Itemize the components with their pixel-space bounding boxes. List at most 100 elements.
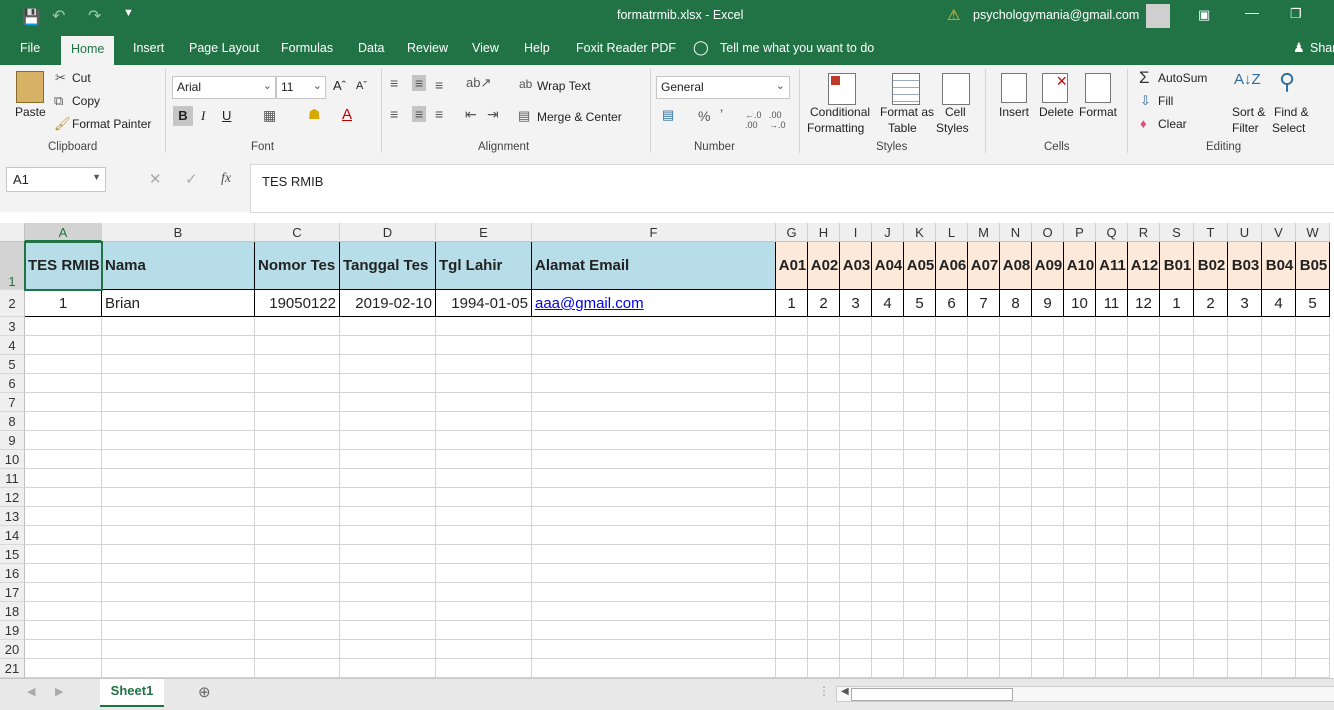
header-cell[interactable]: A09 [1032, 242, 1064, 290]
empty-cell[interactable] [340, 317, 436, 336]
empty-cell[interactable] [904, 412, 936, 431]
find-select-label2[interactable]: Select [1272, 121, 1305, 135]
empty-cell[interactable] [1160, 374, 1194, 393]
empty-cell[interactable] [840, 602, 872, 621]
empty-cell[interactable] [25, 507, 102, 526]
empty-cell[interactable] [255, 317, 340, 336]
empty-cell[interactable] [1296, 412, 1330, 431]
header-cell[interactable]: A02 [808, 242, 840, 290]
empty-cell[interactable] [1194, 526, 1228, 545]
empty-cell[interactable] [808, 488, 840, 507]
empty-cell[interactable] [436, 640, 532, 659]
empty-cell[interactable] [1228, 564, 1262, 583]
empty-cell[interactable] [776, 507, 808, 526]
empty-cell[interactable] [532, 374, 776, 393]
clear-button[interactable]: Clear [1158, 117, 1187, 131]
empty-cell[interactable] [904, 621, 936, 640]
empty-cell[interactable] [1228, 374, 1262, 393]
empty-cell[interactable] [1096, 488, 1128, 507]
empty-cell[interactable] [1228, 488, 1262, 507]
cancel-icon[interactable]: ✕ [149, 170, 162, 188]
empty-cell[interactable] [1228, 412, 1262, 431]
empty-cell[interactable] [436, 602, 532, 621]
column-header[interactable]: A [25, 223, 102, 242]
sort-filter-button[interactable]: Sort & [1232, 105, 1265, 119]
empty-cell[interactable] [532, 469, 776, 488]
worksheet-grid[interactable]: A B C D E F G H I J K L M N O P Q R S T U V W 1 2 3 4 5 6 7 8 9 10 11 12 13… [0, 223, 1334, 678]
data-cell[interactable]: 1 [25, 290, 102, 317]
empty-cell[interactable] [904, 355, 936, 374]
empty-cell[interactable] [532, 317, 776, 336]
empty-cell[interactable] [1064, 450, 1096, 469]
empty-cell[interactable] [872, 583, 904, 602]
grow-font-button[interactable]: Aˆ [333, 78, 346, 93]
scroll-split-icon[interactable]: ⋮ [818, 684, 830, 698]
empty-cell[interactable] [840, 583, 872, 602]
empty-cell[interactable] [1000, 412, 1032, 431]
column-header[interactable]: K [904, 223, 936, 242]
empty-cell[interactable] [1160, 488, 1194, 507]
empty-cell[interactable] [936, 374, 968, 393]
empty-cell[interactable] [968, 450, 1000, 469]
header-cell[interactable]: A03 [840, 242, 872, 290]
empty-cell[interactable] [255, 393, 340, 412]
select-all-corner[interactable] [0, 223, 25, 242]
empty-cell[interactable] [1064, 640, 1096, 659]
empty-cell[interactable] [840, 564, 872, 583]
empty-cell[interactable] [808, 564, 840, 583]
tab-help[interactable]: Help [524, 41, 550, 55]
empty-cell[interactable] [968, 488, 1000, 507]
paste-button[interactable]: Paste [15, 105, 46, 119]
column-header[interactable]: C [255, 223, 340, 242]
empty-cell[interactable] [808, 469, 840, 488]
empty-cell[interactable] [1296, 317, 1330, 336]
empty-cell[interactable] [1000, 602, 1032, 621]
formula-input[interactable]: TES RMIB [250, 164, 1334, 213]
empty-cell[interactable] [532, 621, 776, 640]
empty-cell[interactable] [1194, 640, 1228, 659]
empty-cell[interactable] [1096, 431, 1128, 450]
empty-cell[interactable] [436, 526, 532, 545]
empty-cell[interactable] [1228, 526, 1262, 545]
empty-cell[interactable] [872, 412, 904, 431]
empty-cell[interactable] [1160, 545, 1194, 564]
name-box[interactable]: A1 ▼ [6, 167, 106, 192]
empty-cell[interactable] [532, 507, 776, 526]
empty-cell[interactable] [1128, 621, 1160, 640]
empty-cell[interactable] [1096, 412, 1128, 431]
empty-cell[interactable] [255, 564, 340, 583]
row-header[interactable]: 1 [0, 242, 25, 290]
empty-cell[interactable] [840, 355, 872, 374]
empty-cell[interactable] [102, 317, 255, 336]
empty-cell[interactable] [808, 450, 840, 469]
empty-cell[interactable] [872, 545, 904, 564]
empty-cell[interactable] [808, 336, 840, 355]
empty-cell[interactable] [1194, 602, 1228, 621]
empty-cell[interactable] [255, 469, 340, 488]
empty-cell[interactable] [1262, 374, 1296, 393]
empty-cell[interactable] [1194, 507, 1228, 526]
empty-cell[interactable] [872, 450, 904, 469]
empty-cell[interactable] [1096, 564, 1128, 583]
empty-cell[interactable] [936, 602, 968, 621]
empty-cell[interactable] [1064, 659, 1096, 678]
empty-cell[interactable] [936, 412, 968, 431]
row-header[interactable]: 18 [0, 602, 25, 621]
empty-cell[interactable] [340, 545, 436, 564]
empty-cell[interactable] [840, 640, 872, 659]
empty-cell[interactable] [904, 640, 936, 659]
header-cell[interactable]: A10 [1064, 242, 1096, 290]
data-cell[interactable]: 7 [968, 290, 1000, 317]
empty-cell[interactable] [840, 317, 872, 336]
empty-cell[interactable] [255, 450, 340, 469]
empty-cell[interactable] [776, 640, 808, 659]
empty-cell[interactable] [808, 640, 840, 659]
empty-cell[interactable] [840, 393, 872, 412]
empty-cell[interactable] [776, 355, 808, 374]
empty-cell[interactable] [1262, 621, 1296, 640]
row-header[interactable]: 7 [0, 393, 25, 412]
empty-cell[interactable] [1128, 659, 1160, 678]
empty-cell[interactable] [1096, 602, 1128, 621]
empty-cell[interactable] [1032, 640, 1064, 659]
add-sheet-icon[interactable]: ⊕ [198, 683, 211, 701]
